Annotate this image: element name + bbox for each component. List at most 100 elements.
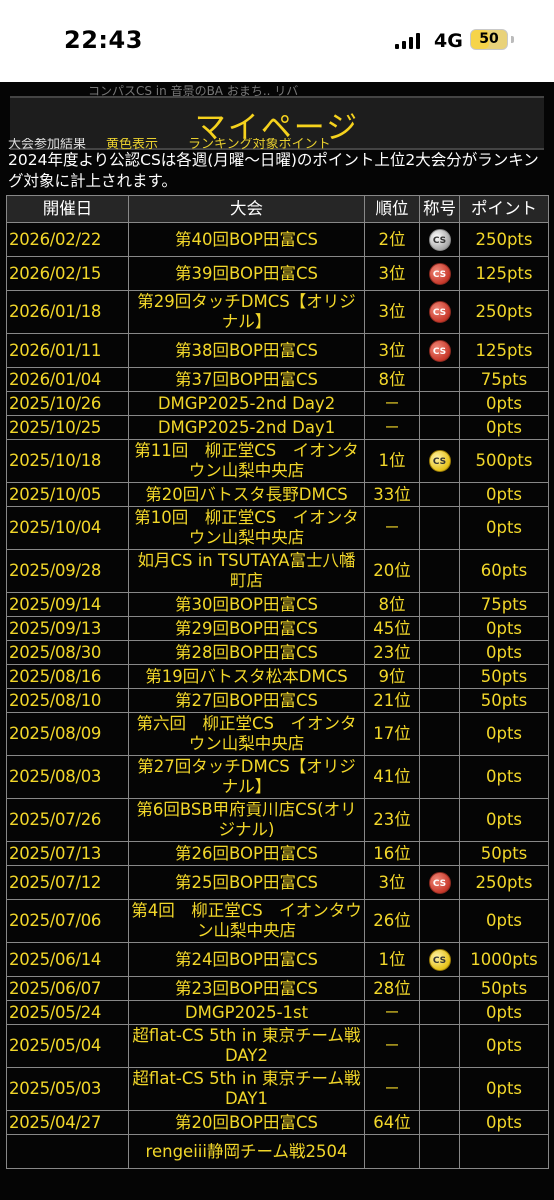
row-rank: 3位 xyxy=(364,865,420,900)
row-event-link[interactable]: 第25回BOP田富CS xyxy=(128,865,365,900)
row-rank: － xyxy=(364,1000,420,1025)
row-event-link[interactable]: DMGP2025-1st xyxy=(128,1000,365,1025)
table-row: 2025/10/18 第11回 柳正堂CS イオンタウン山梨中央店 1位 CS 500p… xyxy=(6,439,549,483)
cs-bronze-badge-icon: CS xyxy=(428,301,451,323)
network-type: 4G xyxy=(434,30,463,52)
row-date xyxy=(6,1134,129,1169)
row-title-badge-cell xyxy=(419,482,460,507)
row-title-badge-cell xyxy=(419,899,460,943)
results-table: 開催日 大会 順位 称号 ポイント 2026/02/22 第40回BOP田富CS 2… xyxy=(6,195,549,1169)
row-event-link[interactable]: 第11回 柳正堂CS イオンタウン山梨中央店 xyxy=(128,439,365,483)
row-event-link[interactable]: 第29回BOP田富CS xyxy=(128,616,365,641)
cs-bronze-badge-icon: CS xyxy=(428,871,451,894)
row-event-link[interactable]: 第23回BOP田富CS xyxy=(128,976,365,1001)
row-event-link[interactable]: 第六回 柳正堂CS イオンタウン山梨中央店 xyxy=(128,712,365,756)
row-event-link[interactable]: 第20回BOP田富CS xyxy=(128,1110,365,1135)
row-rank: － xyxy=(364,1067,420,1111)
status-bar: 22:43 4G 50 xyxy=(0,0,554,82)
row-event-link[interactable]: 超flat-CS 5th in 東京チーム戦DAY1 xyxy=(128,1067,365,1111)
row-title-badge-cell xyxy=(419,712,460,756)
row-event-link[interactable]: 第26回BOP田富CS xyxy=(128,841,365,866)
row-event-link[interactable]: 第28回BOP田富CS xyxy=(128,640,365,665)
row-title-badge-cell xyxy=(419,798,460,842)
table-row: 2025/10/26 DMGP2025-2nd Day2 － 0pts xyxy=(6,391,549,416)
row-event-link[interactable]: 第4回 柳正堂CS イオンタウン山梨中央店 xyxy=(128,899,365,943)
row-points: 0pts xyxy=(459,391,549,416)
row-event-link[interactable]: 第30回BOP田富CS xyxy=(128,592,365,617)
header-title: 称号 xyxy=(419,195,460,223)
row-date: 2026/02/22 xyxy=(6,222,129,257)
table-row: 2025/09/28 如月CS in TSUTAYA富士八幡町店 20位 60pts xyxy=(6,549,549,593)
row-date: 2025/05/04 xyxy=(6,1024,129,1068)
row-event-link[interactable]: 第6回BSB甲府貢川店CS(オリジナル) xyxy=(128,798,365,842)
row-title-badge-cell: CS xyxy=(419,865,460,900)
table-row: 2025/04/27 第20回BOP田富CS 64位 0pts xyxy=(6,1110,549,1135)
row-event-link[interactable]: 如月CS in TSUTAYA富士八幡町店 xyxy=(128,549,365,593)
table-row: 2025/07/13 第26回BOP田富CS 16位 50pts xyxy=(6,841,549,866)
row-rank: 64位 xyxy=(364,1110,420,1135)
row-event-link[interactable]: 第27回BOP田富CS xyxy=(128,688,365,713)
row-event-link[interactable]: 第27回タッチDMCS【オリジナル】 xyxy=(128,755,365,799)
row-event-link[interactable]: 第40回BOP田富CS xyxy=(128,222,365,257)
row-title-badge-cell xyxy=(419,616,460,641)
row-date: 2025/05/03 xyxy=(6,1067,129,1111)
row-event-link[interactable]: 第20回バトスタ長野DMCS xyxy=(128,482,365,507)
row-event-link[interactable]: 超flat-CS 5th in 東京チーム戦DAY2 xyxy=(128,1024,365,1068)
row-event-link[interactable]: 第39回BOP田富CS xyxy=(128,256,365,291)
row-date: 2026/01/18 xyxy=(6,290,129,334)
row-event-link[interactable]: 第37回BOP田富CS xyxy=(128,367,365,392)
row-points: 250pts xyxy=(459,222,549,257)
row-title-badge-cell xyxy=(419,841,460,866)
row-points: 0pts xyxy=(459,1067,549,1111)
row-points: 125pts xyxy=(459,256,549,291)
table-row: 2025/10/25 DMGP2025-2nd Day1 － 0pts xyxy=(6,415,549,440)
row-event-link[interactable]: rengeiii静岡チーム戦2504 xyxy=(128,1134,365,1169)
row-points: 0pts xyxy=(459,712,549,756)
result-legend: 大会参加結果 黄色表示 ランキング対象ポイント xyxy=(8,138,548,150)
table-row: 2026/01/11 第38回BOP田富CS 3位 CS 125pts xyxy=(6,333,549,368)
row-event-link[interactable]: 第38回BOP田富CS xyxy=(128,333,365,368)
row-date: 2025/09/14 xyxy=(6,592,129,617)
row-rank: 8位 xyxy=(364,367,420,392)
row-rank: 21位 xyxy=(364,688,420,713)
legend-prefix: 大会参加結果 xyxy=(8,138,87,150)
row-rank: 9位 xyxy=(364,664,420,689)
header-points: ポイント xyxy=(459,195,549,223)
row-rank xyxy=(364,1134,420,1169)
row-title-badge-cell: CS xyxy=(419,256,460,291)
row-title-badge-cell: CS xyxy=(419,290,460,334)
row-date: 2025/05/24 xyxy=(6,1000,129,1025)
row-date: 2026/01/11 xyxy=(6,333,129,368)
row-date: 2025/06/07 xyxy=(6,976,129,1001)
table-row: 2025/09/14 第30回BOP田富CS 8位 75pts xyxy=(6,592,549,617)
status-time: 22:43 xyxy=(64,26,143,54)
row-rank: 16位 xyxy=(364,841,420,866)
table-row: 2025/07/06 第4回 柳正堂CS イオンタウン山梨中央店 26位 0pts xyxy=(6,899,549,943)
row-date: 2026/01/04 xyxy=(6,367,129,392)
row-event-link[interactable]: 第24回BOP田富CS xyxy=(128,942,365,977)
row-rank: 1位 xyxy=(364,439,420,483)
row-rank: 20位 xyxy=(364,549,420,593)
table-row: 2025/10/04 第10回 柳正堂CS イオンタウン山梨中央店－ 0pts xyxy=(6,506,549,550)
table-row: 2025/10/05 第20回バトスタ長野DMCS 33位 0pts xyxy=(6,482,549,507)
row-points: 50pts xyxy=(459,841,549,866)
row-points: 0pts xyxy=(459,482,549,507)
row-event-link[interactable]: DMGP2025-2nd Day2 xyxy=(128,391,365,416)
row-event-link[interactable]: 第10回 柳正堂CS イオンタウン山梨中央店 xyxy=(128,506,365,550)
row-rank: 3位 xyxy=(364,290,420,334)
row-event-link[interactable]: DMGP2025-2nd Day1 xyxy=(128,415,365,440)
table-row: rengeiii静岡チーム戦2504 xyxy=(6,1134,549,1169)
row-points: 0pts xyxy=(459,1024,549,1068)
row-date: 2025/10/18 xyxy=(6,439,129,483)
row-title-badge-cell xyxy=(419,415,460,440)
table-row: 2025/06/14 第24回BOP田富CS 1位 CS 1000pts xyxy=(6,942,549,977)
row-title-badge-cell xyxy=(419,1067,460,1111)
table-row: 2025/05/03 超flat-CS 5th in 東京チーム戦DAY1 － 0pt… xyxy=(6,1067,549,1111)
row-title-badge-cell xyxy=(419,506,460,550)
row-event-link[interactable]: 第29回タッチDMCS【オリジナル】 xyxy=(128,290,365,334)
row-date: 2025/08/09 xyxy=(6,712,129,756)
row-rank: 3位 xyxy=(364,333,420,368)
row-event-link[interactable]: 第19回バトスタ松本DMCS xyxy=(128,664,365,689)
row-date: 2025/10/25 xyxy=(6,415,129,440)
row-points: 0pts xyxy=(459,506,549,550)
